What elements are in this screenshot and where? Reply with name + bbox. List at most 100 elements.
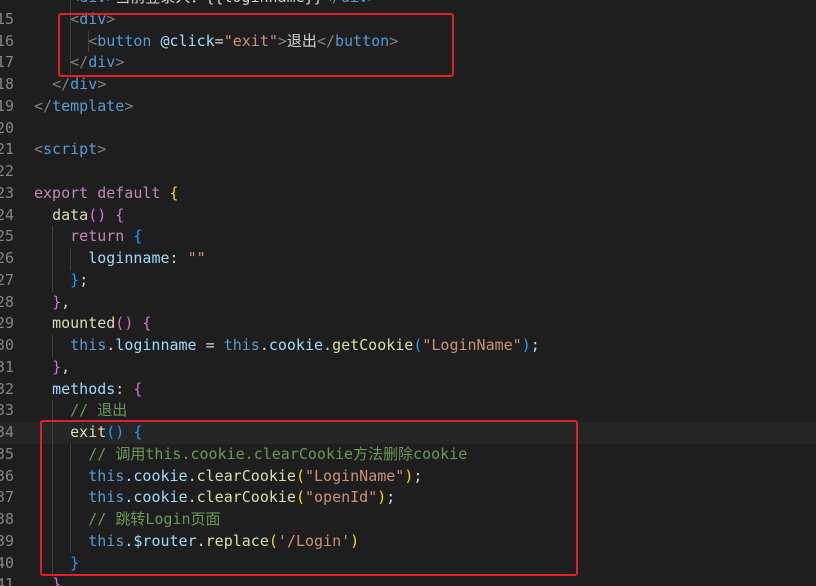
- indent-guide: [52, 269, 54, 292]
- code-token: default: [97, 183, 161, 202]
- code-token: {: [142, 314, 152, 333]
- code-token: :: [115, 379, 134, 398]
- code-token: {: [133, 379, 143, 398]
- code-token: methods: [52, 379, 116, 398]
- code-token: 当前登录人：{{loginname}}: [115, 0, 322, 6]
- code-token: .: [259, 336, 269, 354]
- code-token: "LoginName": [422, 336, 522, 354]
- code-token: ,: [61, 292, 71, 311]
- code-line[interactable]: 22: [0, 161, 816, 183]
- line-number: 23: [0, 183, 14, 202]
- code-token: cookie: [268, 336, 324, 354]
- code-text: </div>: [52, 74, 106, 96]
- highlight-box-exit-method: [40, 420, 578, 576]
- line-number: 18: [0, 75, 14, 93]
- code-token: >: [97, 75, 107, 93]
- code-line[interactable]: 30 this.loginname = this.cookie.getCookie…: [0, 335, 816, 357]
- code-text: },: [52, 357, 70, 379]
- code-token: <: [34, 140, 44, 159]
- line-number: 17: [0, 53, 14, 72]
- code-token: div: [79, 0, 106, 6]
- code-token: }: [52, 575, 62, 586]
- code-token: }: [70, 270, 80, 289]
- line-number: 37: [0, 488, 14, 507]
- line-number: 35: [0, 444, 14, 463]
- code-text: },: [52, 292, 70, 314]
- code-line[interactable]: 18 </div>: [0, 74, 816, 96]
- code-token: // 退出: [70, 401, 128, 420]
- code-token: {: [133, 227, 143, 246]
- code-token: {: [115, 205, 125, 224]
- code-line[interactable]: 29 mounted() {: [0, 313, 816, 335]
- line-number: 36: [0, 466, 14, 485]
- indent-guide: [70, 248, 72, 270]
- code-token: .: [323, 336, 333, 354]
- line-number: 34: [0, 423, 14, 441]
- indent-guide: [52, 248, 54, 270]
- code-text: <script>: [34, 139, 106, 161]
- code-token: .: [106, 336, 116, 354]
- code-text: methods: {: [52, 379, 142, 401]
- code-text: <div>当前登录人：{{loginname}}</div>: [70, 0, 377, 9]
- code-text: };: [70, 270, 88, 292]
- code-token: ,: [61, 357, 71, 376]
- code-text: loginname: "": [88, 248, 205, 270]
- code-token: data: [52, 205, 89, 224]
- code-token: mounted: [52, 314, 116, 333]
- code-text: mounted() {: [52, 313, 151, 335]
- code-line[interactable]: 25 return {: [0, 226, 816, 248]
- code-token: loginname: [115, 336, 197, 354]
- code-token: (): [88, 205, 107, 224]
- code-text: </template>: [34, 96, 133, 118]
- code-token: >: [97, 140, 107, 159]
- code-token: this: [70, 336, 107, 354]
- line-number: 20: [0, 118, 14, 137]
- code-line[interactable]: 32 methods: {: [0, 379, 816, 401]
- code-text: // 退出: [70, 400, 127, 422]
- code-token: "": [187, 249, 206, 267]
- code-token: div: [341, 0, 368, 6]
- line-number: 16: [0, 31, 14, 50]
- code-line[interactable]: 19 </template>: [0, 96, 816, 118]
- code-line[interactable]: 26 loginname: "": [0, 248, 816, 270]
- line-number: 31: [0, 357, 14, 376]
- code-text: return {: [70, 226, 142, 248]
- code-line[interactable]: 21 <script>: [0, 139, 816, 161]
- code-token: >: [124, 96, 134, 115]
- indent-guide: [52, 226, 54, 248]
- code-line[interactable]: 27};: [0, 269, 816, 292]
- code-token: </: [34, 96, 53, 115]
- code-editor[interactable]: <div>当前登录人：{{loginname}}</div>15<div>16<…: [0, 0, 816, 586]
- line-number: 41: [0, 575, 14, 586]
- code-token: export: [34, 183, 89, 202]
- code-line[interactable]: 23 export default {: [0, 183, 816, 205]
- line-number: 32: [0, 379, 14, 398]
- code-line[interactable]: 31},: [0, 357, 816, 379]
- code-line[interactable]: 20: [0, 118, 816, 140]
- line-number: 24: [0, 205, 14, 224]
- code-token: >: [106, 0, 115, 6]
- code-token: getCookie: [332, 336, 414, 354]
- code-token: :: [169, 249, 188, 267]
- line-number: 28: [0, 292, 14, 311]
- code-line[interactable]: 33 // 退出: [0, 400, 816, 422]
- code-token: this: [223, 336, 260, 354]
- code-line[interactable]: 28},: [0, 292, 816, 314]
- code-token: ): [521, 336, 531, 354]
- highlight-box-button: [58, 13, 454, 77]
- line-number: 21: [0, 140, 14, 159]
- code-line[interactable]: 24 data() {: [0, 205, 816, 227]
- code-token: >: [368, 0, 377, 6]
- code-text: this.loginname = this.cookie.getCookie("…: [70, 335, 540, 357]
- line-number: 40: [0, 553, 14, 572]
- line-number: 25: [0, 227, 14, 246]
- code-line[interactable]: <div>当前登录人：{{loginname}}</div>: [0, 0, 816, 9]
- code-token: }: [52, 357, 62, 376]
- code-token: loginname: [88, 249, 170, 267]
- line-number: 30: [0, 336, 14, 354]
- line-number: 15: [0, 9, 14, 28]
- code-token: div: [70, 75, 98, 93]
- code-line[interactable]: 41}: [0, 574, 816, 586]
